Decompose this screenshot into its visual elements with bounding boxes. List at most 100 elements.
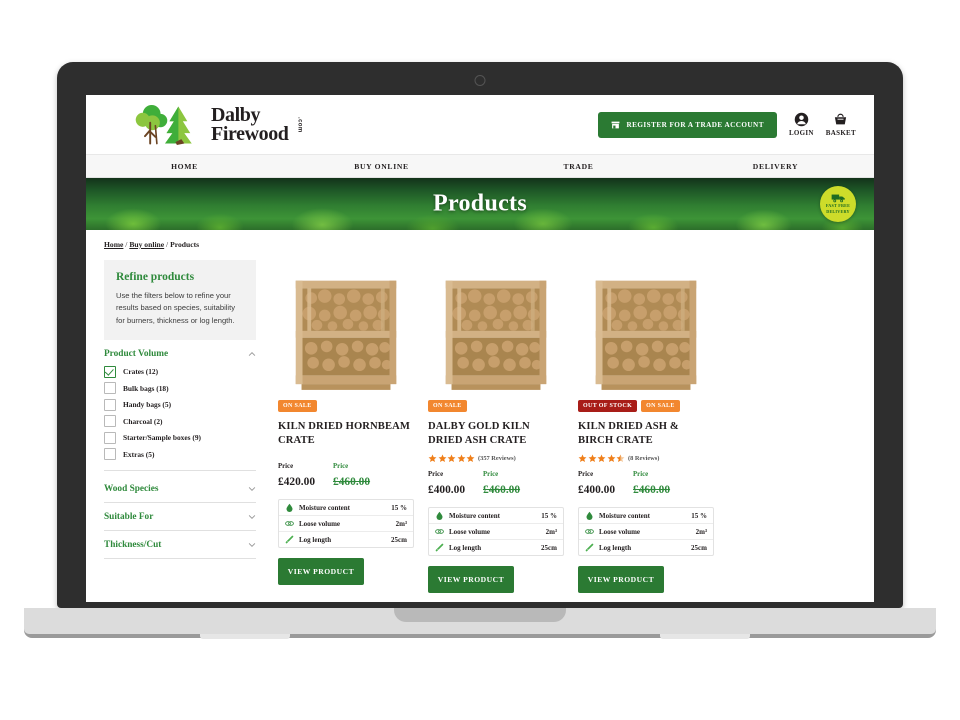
- filter-group-title: Wood Species: [104, 484, 159, 495]
- laptop-lid: Dalby Firewood .com REGISTER FOR A TRADE…: [57, 62, 903, 608]
- nav-item-buy-online[interactable]: BUY ONLINE: [283, 162, 480, 171]
- filter-group-wood-species: Wood Species: [104, 475, 256, 504]
- old-price: £460.00: [333, 476, 371, 489]
- spec-value: 25cm: [541, 543, 557, 552]
- logs-icon: [435, 529, 444, 534]
- product-image[interactable]: [428, 260, 564, 391]
- spec-loose-volume: Loose volume 2m³: [279, 516, 413, 533]
- old-price-label: Price: [333, 462, 349, 470]
- spec-loose-volume: Loose volume 2m³: [429, 524, 563, 541]
- product-card[interactable]: ON SALE DALBY GOLD KILN DRIED ASH CRATE: [428, 260, 564, 594]
- register-trade-account-button[interactable]: REGISTER FOR A TRADE ACCOUNT: [598, 111, 777, 138]
- current-price-block: Price £420.00: [278, 462, 315, 490]
- checkbox-handy-bags[interactable]: [104, 398, 116, 411]
- checkbox-bulk-bags[interactable]: [104, 382, 116, 395]
- old-price-label: Price: [633, 470, 649, 478]
- brand-suffix: .com: [296, 116, 303, 133]
- filter-group-product-volume-header[interactable]: Product Volume: [104, 349, 256, 359]
- spec-value: 2m³: [545, 527, 557, 536]
- fast-free-delivery-badge: FAST FREE DELIVERY: [820, 186, 856, 222]
- site-logo[interactable]: Dalby Firewood .com: [132, 102, 303, 148]
- star-icon: [438, 454, 446, 463]
- star-icon: [428, 454, 437, 463]
- filter-group-wood-species-header[interactable]: Wood Species: [104, 484, 256, 494]
- breadcrumb: Home / Buy online / Products: [104, 240, 856, 249]
- spec-log-length: Log length 25cm: [279, 532, 413, 547]
- old-price-label: Price: [483, 470, 499, 478]
- product-title[interactable]: KILN DRIED HORNBEAM CRATE: [278, 420, 414, 448]
- spec-label: Log length: [449, 543, 482, 552]
- checkbox-starter-sample-boxes[interactable]: [104, 431, 116, 444]
- old-price: £460.00: [633, 484, 671, 497]
- water-drop-icon: [286, 503, 293, 513]
- logs-icon: [285, 521, 294, 526]
- basket-button[interactable]: BASKET: [826, 112, 856, 137]
- badge-line-2: DELIVERY: [826, 209, 850, 214]
- user-icon: [794, 112, 809, 127]
- filter-group-thickness-cut: Thickness/Cut: [104, 531, 256, 560]
- star-icon: [578, 454, 587, 463]
- star-icon: [466, 454, 475, 463]
- product-card[interactable]: OUT OF STOCK ON SALE KILN DRIED ASH & BI…: [578, 260, 714, 594]
- current-price-block: Price £400.00: [578, 470, 615, 498]
- login-button[interactable]: LOGIN: [789, 112, 814, 137]
- current-price: £400.00: [428, 484, 466, 497]
- review-count[interactable]: (8 Reviews): [628, 455, 659, 462]
- checkbox-charcoal[interactable]: [104, 415, 116, 428]
- filter-option-starter-sample-boxes[interactable]: Starter/Sample boxes (9): [104, 431, 256, 444]
- breadcrumb-home[interactable]: Home: [104, 240, 123, 249]
- filter-option-handy-bags[interactable]: Handy bags (5): [104, 398, 256, 411]
- nav-item-trade[interactable]: TRADE: [480, 162, 677, 171]
- old-price: £460.00: [483, 484, 521, 497]
- brand-line-1: Dalby: [211, 103, 261, 126]
- basket-icon: [835, 113, 847, 125]
- product-card[interactable]: ON SALE KILN DRIED HORNBEAM CRATE Price …: [278, 260, 414, 593]
- star-half-icon: [616, 454, 625, 463]
- product-title[interactable]: DALBY GOLD KILN DRIED ASH CRATE: [428, 420, 564, 448]
- filter-group-thickness-cut-header[interactable]: Thickness/Cut: [104, 540, 256, 550]
- spec-label: Log length: [299, 535, 332, 544]
- spec-value: 2m³: [695, 527, 707, 536]
- browser-viewport: Dalby Firewood .com REGISTER FOR A TRADE…: [86, 95, 874, 602]
- register-trade-account-label: REGISTER FOR A TRADE ACCOUNT: [626, 120, 764, 129]
- filter-option-charcoal[interactable]: Charcoal (2): [104, 415, 256, 428]
- refine-products-title: Refine products: [116, 271, 195, 283]
- filter-sidebar: Refine products Use the filters below to…: [104, 260, 256, 560]
- old-price-block: Price £460.00: [633, 470, 670, 498]
- filter-option-extras[interactable]: Extras (5): [104, 448, 256, 461]
- star-rating-icons: [428, 454, 475, 463]
- logs-icon: [585, 529, 594, 534]
- ruler-icon: [585, 543, 594, 552]
- product-specs: Moisture content 15 % Loose volume 2m³ L…: [428, 507, 564, 557]
- storefront-icon: [612, 121, 620, 128]
- filter-option-crates[interactable]: Crates (12): [104, 365, 256, 378]
- breadcrumb-buy-online[interactable]: Buy online: [129, 240, 164, 249]
- product-badges: ON SALE: [278, 400, 414, 412]
- refine-products-box: Refine products Use the filters below to…: [104, 260, 256, 340]
- laptop-foot-left: [200, 634, 290, 639]
- filter-group-suitable-for-header[interactable]: Suitable For: [104, 512, 256, 522]
- product-prices: Price £400.00 Price £460.00: [428, 470, 564, 498]
- filter-option-label: Starter/Sample boxes (9): [123, 433, 201, 443]
- product-rating: (357 Reviews): [428, 454, 564, 464]
- product-title[interactable]: KILN DRIED ASH & BIRCH CRATE: [578, 420, 714, 448]
- main-navigation: HOME BUY ONLINE TRADE DELIVERY: [86, 154, 874, 178]
- firewood-crate-image: [445, 280, 547, 390]
- checkbox-crates[interactable]: [104, 365, 116, 378]
- product-image[interactable]: [278, 260, 414, 391]
- filter-group-suitable-for: Suitable For: [104, 503, 256, 532]
- review-count[interactable]: (357 Reviews): [478, 455, 516, 462]
- spec-moisture-content: Moisture content 15 %: [429, 508, 563, 525]
- spec-label: Moisture content: [449, 511, 500, 520]
- old-price-block: Price £460.00: [483, 470, 520, 498]
- nav-item-delivery[interactable]: DELIVERY: [677, 162, 874, 171]
- filter-option-label: Handy bags (5): [123, 400, 172, 410]
- view-product-button[interactable]: VIEW PRODUCT: [278, 558, 364, 586]
- view-product-button[interactable]: VIEW PRODUCT: [578, 566, 664, 594]
- view-product-button[interactable]: VIEW PRODUCT: [428, 566, 514, 594]
- filter-option-bulk-bags[interactable]: Bulk bags (18): [104, 382, 256, 395]
- nav-item-home[interactable]: HOME: [86, 162, 283, 171]
- product-image[interactable]: [578, 260, 714, 391]
- product-rating: (8 Reviews): [578, 454, 714, 464]
- checkbox-extras[interactable]: [104, 448, 116, 461]
